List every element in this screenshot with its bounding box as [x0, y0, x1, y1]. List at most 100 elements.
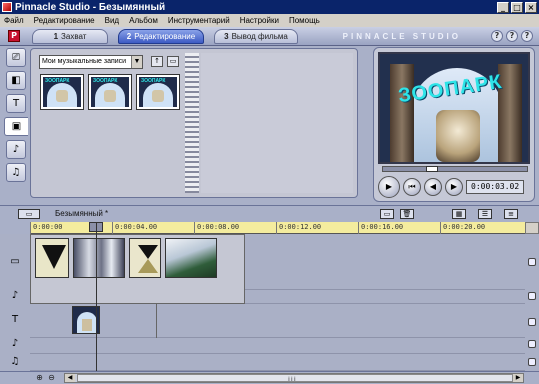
maximize-button[interactable]: □ [511, 1, 523, 13]
lock-icon[interactable] [528, 258, 536, 266]
project-name: Безымянный * [55, 209, 109, 218]
scrollbar-thumb[interactable]: ⁞⁞⁞ [77, 374, 513, 383]
help-icon[interactable]: ? [506, 30, 518, 42]
ruler-tick: 0:00:04.00 [112, 222, 157, 234]
music-track-icon[interactable]: ♫ [6, 356, 24, 367]
lock-icon[interactable] [528, 292, 536, 300]
album-tab-strip: ⎚ ◧ T ▣ ♪ ♫ [4, 48, 28, 194]
folder-up-icon[interactable]: ↑ [151, 56, 163, 67]
sound-effect-track-icon[interactable]: ♪ [6, 338, 24, 349]
tool-glyph: ▣ [11, 121, 22, 132]
mode-tabs-bar: P 1 Захват 2 Редактирование 3 Вывод филь… [0, 27, 539, 46]
go-to-start-icon[interactable]: ⏮ [403, 178, 421, 196]
menu-bar: Файл Редактирование Вид Альбом Инструмен… [0, 14, 539, 27]
transitions-icon[interactable]: ◧ [6, 71, 26, 90]
tab-edit[interactable]: 2 Редактирование [118, 29, 204, 44]
titles-icon[interactable]: T [6, 94, 26, 113]
timeline-view-icon[interactable]: ☰ [478, 209, 492, 219]
tab-number: 2 [126, 32, 132, 41]
track-icons-column: ▭ ♪ T ♪ ♫ [0, 234, 30, 371]
album-folder-select[interactable]: Мои музыкальные записи ▼ [39, 55, 143, 69]
video-scenes-icon[interactable]: ⎚ [6, 48, 26, 67]
sound-effects-icon[interactable]: ♪ [6, 140, 26, 159]
tab-label: Захват [61, 32, 87, 41]
lock-icon[interactable] [528, 358, 536, 366]
menu-edit[interactable]: Редактирование [34, 16, 95, 25]
help-icon[interactable]: ? [521, 30, 533, 42]
sound-effect-lane[interactable] [30, 338, 525, 354]
scroll-right-icon[interactable]: ▶ [513, 374, 523, 382]
album-spine [185, 53, 199, 193]
album-panel: Мои музыкальные записи ▼ ↑ ▭ ЗООПАРК ЗОО… [30, 48, 358, 198]
timeline-playhead[interactable] [96, 222, 97, 372]
pinnacle-logo-icon: P [8, 30, 20, 42]
audio-track-icon[interactable]: ♪ [6, 290, 24, 301]
title-track-icon[interactable]: T [6, 314, 24, 325]
camera-icon[interactable]: ▭ [380, 209, 394, 219]
transition-clip[interactable] [129, 238, 161, 278]
menu-help[interactable]: Помощь [289, 16, 320, 25]
tiger-image [436, 110, 480, 162]
preview-scrubber[interactable] [382, 166, 528, 172]
play-button[interactable]: ▶ [378, 176, 400, 198]
ruler-tick: 0:00:00 [30, 222, 63, 234]
timeline-bottom-bar: ⊕ ⊖ ◀ ⁞⁞⁞ ▶ [0, 371, 539, 384]
video-clip[interactable] [73, 238, 125, 278]
album-right-page [201, 53, 353, 193]
album-thumbnail[interactable]: ЗООПАРК [40, 74, 84, 110]
music-lane[interactable] [30, 354, 525, 371]
brand-label: PINNACLE STUDIO [342, 32, 461, 41]
chevron-down-icon[interactable]: ▼ [131, 56, 142, 68]
scrubber-handle[interactable] [425, 166, 438, 172]
ruler-tick: 0:00:16.00 [358, 222, 403, 234]
zoom-in-icon[interactable]: ⊕ [34, 373, 45, 383]
tab-label: Вывод фильма [231, 32, 288, 41]
thumbnail-title: ЗООПАРК [141, 78, 166, 84]
album-thumbnail[interactable]: ЗООПАРК [136, 74, 180, 110]
close-button[interactable]: × [525, 1, 537, 13]
video-clips-group [30, 234, 245, 304]
video-clip[interactable] [165, 238, 217, 278]
music-icon[interactable]: ♫ [6, 163, 26, 182]
preview-screen: ЗООПАРК [378, 52, 530, 164]
menu-file[interactable]: Файл [4, 16, 24, 25]
album-folder-value: Мои музыкальные записи [42, 58, 127, 65]
menu-settings[interactable]: Настройки [240, 16, 279, 25]
title-bar: Pinnacle Studio - Безымянный _ □ × [0, 0, 539, 14]
app-icon [2, 2, 12, 12]
tab-label: Редактирование [134, 32, 196, 41]
tool-glyph: ◧ [11, 75, 21, 86]
timecode-display[interactable]: 0:00:03.02 [466, 180, 525, 194]
video-track-icon[interactable]: ▭ [6, 256, 24, 267]
tab-capture[interactable]: 1 Захват [32, 29, 108, 44]
ruler-tick: 0:00:20.00 [440, 222, 485, 234]
folder-icon[interactable]: ▭ [167, 56, 179, 67]
fast-forward-icon[interactable]: ▶ [445, 178, 463, 196]
photos-icon[interactable]: ▣ [4, 117, 28, 136]
rewind-icon[interactable]: ◀ [424, 178, 442, 196]
clapper-icon[interactable]: ▭ [18, 209, 40, 219]
tool-glyph: ♫ [11, 167, 21, 178]
tool-glyph: ♪ [12, 144, 20, 155]
trash-icon[interactable]: 🗑 [400, 209, 414, 219]
tab-number: 3 [224, 32, 229, 41]
menu-album[interactable]: Альбом [129, 16, 158, 25]
zoom-out-icon[interactable]: ⊖ [46, 373, 57, 383]
timeline-ruler[interactable]: 0:00:00 0:00:04.00 0:00:08.00 0:00:12.00… [30, 222, 539, 234]
album-thumbnail[interactable]: ЗООПАРК [88, 74, 132, 110]
tab-make-movie[interactable]: 3 Вывод фильма [214, 29, 298, 44]
scroll-left-icon[interactable]: ◀ [65, 374, 75, 382]
ruler-scroll-corner [525, 222, 539, 234]
menu-view[interactable]: Вид [105, 16, 119, 25]
lock-icon[interactable] [528, 318, 536, 326]
window-title: Pinnacle Studio - Безымянный [15, 1, 166, 13]
menu-toolbox[interactable]: Инструментарий [168, 16, 230, 25]
text-view-icon[interactable]: ≡ [504, 209, 518, 219]
help-icon[interactable]: ? [491, 30, 503, 42]
timeline-horizontal-scrollbar[interactable]: ◀ ⁞⁞⁞ ▶ [64, 373, 524, 383]
transition-clip[interactable] [35, 238, 69, 278]
lock-icon[interactable] [528, 340, 536, 348]
storyboard-view-icon[interactable]: ▦ [452, 209, 466, 219]
minimize-button[interactable]: _ [497, 1, 509, 13]
ruler-tick: 0:00:08.00 [194, 222, 239, 234]
